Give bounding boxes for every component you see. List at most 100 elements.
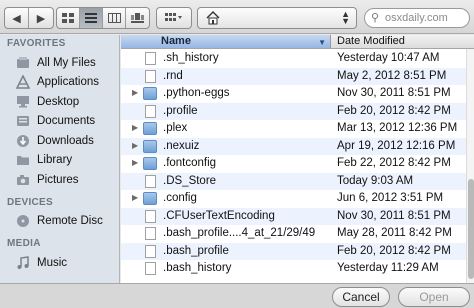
arrange-menu-button[interactable] xyxy=(156,7,192,29)
date-modified-column-label: Date Modified xyxy=(337,35,405,47)
folder-icon xyxy=(14,153,32,168)
file-date: Feb 20, 2012 8:42 PM xyxy=(337,104,451,117)
file-name: .config xyxy=(163,192,197,204)
desktop-icon xyxy=(14,94,32,109)
disclosure-triangle-icon[interactable]: ▶ xyxy=(132,193,138,202)
file-rows: .sh_history Yesterday 10:47 AM .rnd May 2,… xyxy=(121,50,466,278)
sidebar-item-desktop[interactable]: Desktop xyxy=(0,92,119,112)
search-field[interactable]: ⚲ osxdaily.com xyxy=(364,8,470,28)
file-name: .DS_Store xyxy=(163,174,217,187)
downloads-icon xyxy=(14,133,32,148)
sidebar-heading-favorites: FAVORITES xyxy=(7,38,66,49)
folder-icon xyxy=(143,87,157,100)
file-name: .rnd xyxy=(163,69,183,82)
sidebar-heading-devices: DEVICES xyxy=(7,196,54,208)
file-row[interactable]: ▶ .python-eggs Nov 30, 2011 8:51 PM xyxy=(121,85,466,103)
column-view-icon xyxy=(107,13,121,23)
file-row[interactable]: .sh_history Yesterday 10:47 AM xyxy=(121,50,466,68)
disclosure-triangle-icon[interactable]: ▶ xyxy=(132,88,138,97)
coverflow-view-button[interactable] xyxy=(126,8,149,28)
icon-view-icon xyxy=(62,13,74,23)
scrollbar-thumb[interactable] xyxy=(468,179,474,279)
column-headers: Name ▼ Date Modified xyxy=(121,35,474,49)
sidebar-item-label: Remote Disc xyxy=(37,215,103,228)
file-row[interactable]: .rnd May 2, 2012 8:51 PM xyxy=(121,67,466,85)
file-icon xyxy=(145,227,156,240)
open-button[interactable]: Open xyxy=(398,287,470,307)
updown-arrows-icon: ▲ ▼ xyxy=(341,9,350,26)
file-icon xyxy=(145,209,156,223)
folder-icon xyxy=(143,139,157,153)
file-icon xyxy=(145,174,156,188)
file-row[interactable]: .DS_Store Today 9:03 AM xyxy=(121,172,466,190)
file-date: May 2, 2012 8:51 PM xyxy=(337,69,447,82)
sidebar-item-label: Desktop xyxy=(37,95,80,108)
icon-view-button[interactable] xyxy=(57,8,80,28)
date-modified-column-header[interactable]: Date Modified xyxy=(331,35,474,48)
file-row[interactable]: ▶ .nexuiz Apr 19, 2012 12:16 PM xyxy=(121,137,466,155)
sidebar-item-applications[interactable]: Applications xyxy=(0,73,119,93)
sidebar-heading-media: MEDIA xyxy=(7,238,41,249)
cancel-button[interactable]: Cancel xyxy=(332,287,390,307)
file-icon xyxy=(145,69,156,83)
list-view-button[interactable] xyxy=(80,8,103,28)
chevron-left-icon: ◀ xyxy=(12,12,21,25)
column-view-button[interactable] xyxy=(103,8,126,28)
file-row[interactable]: ▶ .config Jun 6, 2012 3:51 PM xyxy=(121,190,466,208)
documents-icon xyxy=(14,114,32,129)
disclosure-triangle-icon[interactable]: ▶ xyxy=(132,141,138,150)
forward-button[interactable]: ▶ xyxy=(29,8,53,28)
sidebar-item-all-my-files[interactable]: All My Files xyxy=(0,53,119,73)
list-view-icon xyxy=(85,13,97,23)
folder-icon xyxy=(143,157,157,170)
file-name: .sh_history xyxy=(163,52,219,64)
arrange-grid-icon xyxy=(165,13,182,21)
sidebar-item-label: Documents xyxy=(37,115,96,128)
search-icon: ⚲ xyxy=(371,12,380,24)
disclosure-triangle-icon[interactable]: ▶ xyxy=(132,158,138,167)
file-date: Yesterday 11:29 AM xyxy=(337,262,439,274)
sidebar: FAVORITES All My Files Applications Desk… xyxy=(0,35,120,283)
sidebar-item-label: All My Files xyxy=(37,56,96,69)
file-row[interactable]: .profile Feb 20, 2012 8:42 PM xyxy=(121,102,466,120)
file-date: Yesterday 10:47 AM xyxy=(337,52,440,64)
file-name: .plex xyxy=(163,122,188,134)
file-date: Mar 13, 2012 12:36 PM xyxy=(337,122,458,134)
file-row[interactable]: .CFUserTextEncoding Nov 30, 2011 8:51 PM xyxy=(121,207,466,225)
file-icon xyxy=(145,104,156,118)
file-name: .CFUserTextEncoding xyxy=(163,209,275,222)
sidebar-item-library[interactable]: Library xyxy=(0,151,119,171)
vertical-scrollbar[interactable] xyxy=(466,49,474,283)
applications-icon xyxy=(14,75,32,90)
view-switcher xyxy=(56,7,150,29)
file-row[interactable]: ▶ .plex Mar 13, 2012 12:36 PM xyxy=(121,120,466,138)
sidebar-item-label: Pictures xyxy=(37,173,79,186)
name-column-header[interactable]: Name ▼ xyxy=(121,35,331,48)
coverflow-view-icon xyxy=(131,13,144,23)
sort-descending-icon: ▼ xyxy=(318,38,326,47)
folder-icon xyxy=(143,122,157,135)
file-row[interactable]: .bash_history Yesterday 11:29 AM xyxy=(121,260,466,278)
disclosure-triangle-icon[interactable]: ▶ xyxy=(132,123,138,132)
sidebar-item-remote-disc[interactable]: Remote Disc xyxy=(0,212,119,232)
sidebar-item-downloads[interactable]: Downloads xyxy=(0,131,119,151)
file-name: .bash_profile....4_at_21/29/49 xyxy=(163,227,316,239)
file-row[interactable]: ▶ .fontconfig Feb 22, 2012 8:42 PM xyxy=(121,155,466,173)
folder-icon xyxy=(143,192,157,205)
sidebar-item-pictures[interactable]: Pictures xyxy=(0,170,119,190)
file-row[interactable]: .bash_profile....4_at_21/29/49 May 28, 20… xyxy=(121,225,466,243)
sidebar-item-music[interactable]: Music xyxy=(0,253,119,273)
all-files-icon xyxy=(14,55,32,70)
file-date: Nov 30, 2011 8:51 PM xyxy=(337,87,451,99)
back-button[interactable]: ◀ xyxy=(5,8,29,28)
music-icon xyxy=(14,255,32,270)
file-row[interactable]: .bash_profile Feb 20, 2012 8:42 PM xyxy=(121,242,466,260)
path-popup[interactable]: ▲ ▼ xyxy=(197,7,357,29)
file-name: .nexuiz xyxy=(163,139,200,152)
sidebar-item-documents[interactable]: Documents xyxy=(0,112,119,132)
file-list: Name ▼ Date Modified .sh_history Yesterda… xyxy=(121,35,474,283)
file-date: Apr 19, 2012 12:16 PM xyxy=(337,139,456,152)
file-name: .python-eggs xyxy=(163,87,230,99)
arrange-button-face[interactable] xyxy=(157,8,191,28)
home-icon xyxy=(206,11,220,25)
